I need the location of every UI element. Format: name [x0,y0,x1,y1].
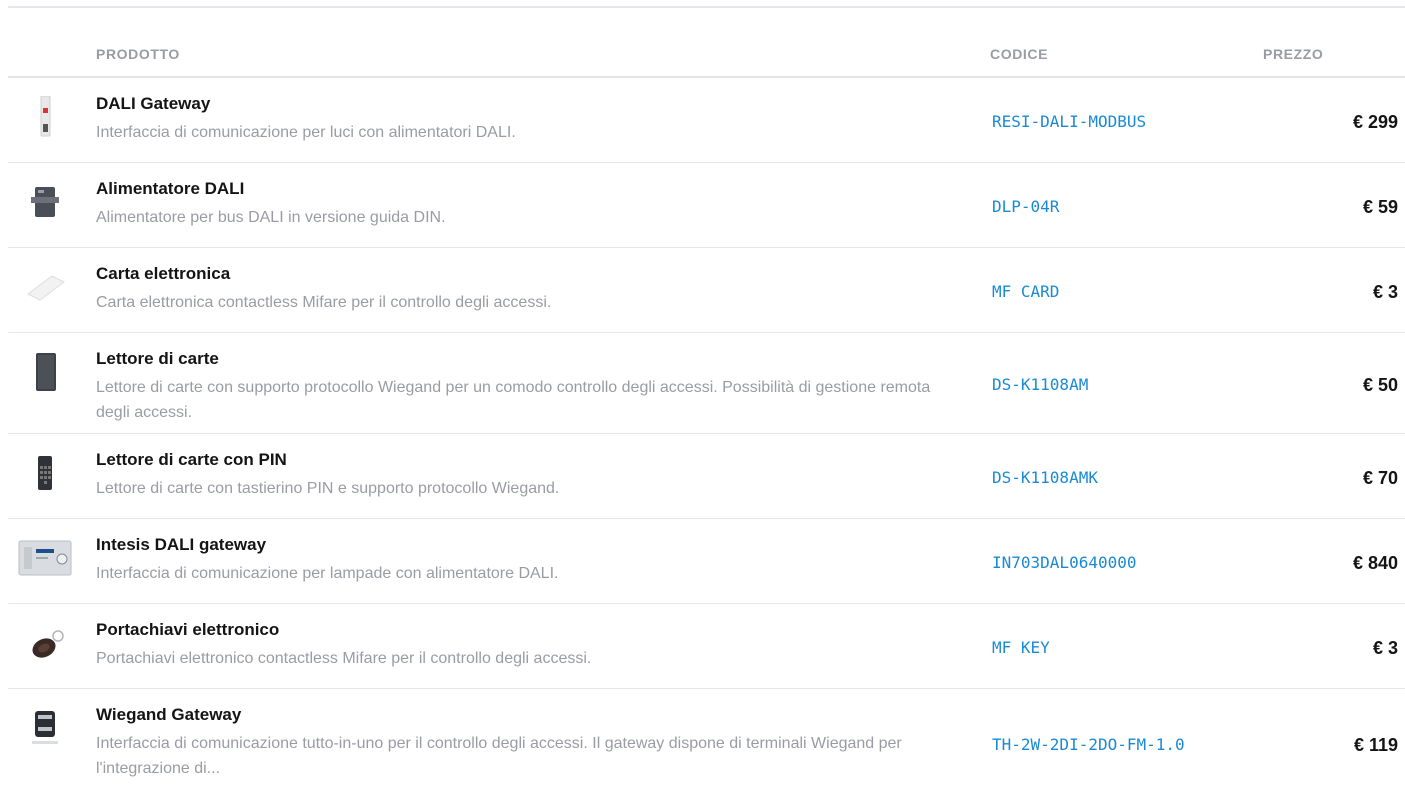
product-name: Lettore di carte con PIN [96,450,287,469]
table-row[interactable]: Lettore di carte con PIN Lettore di cart… [8,434,1405,519]
product-description: Interfaccia di comunicazione per lampade… [96,565,559,582]
table-row[interactable]: Wiegand Gateway Interfaccia di comunicaz… [8,689,1405,797]
product-price: € 59 [1362,197,1398,217]
product-code-link[interactable]: IN703DAL0640000 [992,553,1137,572]
din-rail-gateway-icon [18,96,72,138]
column-header-price: PREZZO [1263,46,1324,62]
table-row[interactable]: Intesis DALI gateway Interfaccia di comu… [8,519,1405,604]
product-description: Lettore di carte con tastierino PIN e su… [96,480,560,497]
intesis-gateway-icon [18,537,72,579]
table-row[interactable]: Carta elettronica Carta elettronica cont… [8,248,1405,333]
column-header-product: PRODOTTO [96,46,180,62]
table-row[interactable]: DALI Gateway Interfaccia di comunicazion… [8,78,1405,163]
product-price: € 299 [1352,112,1398,132]
product-price: € 3 [1372,638,1398,658]
product-name: Wiegand Gateway [96,705,242,724]
keypad-reader-icon [18,452,72,494]
product-name: Alimentatore DALI [96,179,245,198]
product-description: Alimentatore per bus DALI in versione gu… [96,209,446,226]
product-price: € 50 [1362,375,1398,395]
table-row[interactable]: Lettore di carte Lettore di carte con su… [8,333,1405,434]
wiegand-gateway-icon [18,707,72,749]
product-description: Portachiavi elettronico contactless Mifa… [96,650,592,667]
product-code-link[interactable]: TH-2W-2DI-2DO-FM-1.0 [992,735,1185,754]
product-price: € 70 [1362,468,1398,488]
key-fob-icon [18,622,72,664]
table-row[interactable]: Portachiavi elettronico Portachiavi elet… [8,604,1405,689]
product-code-link[interactable]: MF CARD [992,282,1059,301]
product-code-link[interactable]: MF KEY [992,638,1050,657]
table-row[interactable]: Alimentatore DALI Alimentatore per bus D… [8,163,1405,248]
product-description: Lettore di carte con supporto protocollo… [96,379,931,421]
product-price: € 3 [1372,282,1398,302]
product-price: € 119 [1353,735,1398,755]
product-name: Portachiavi elettronico [96,620,280,639]
card-icon [18,266,72,308]
table-header: PRODOTTO CODICE PREZZO [8,30,1405,78]
product-name: DALI Gateway [96,94,211,113]
product-name: Lettore di carte [96,349,219,368]
product-description: Carta elettronica contactless Mifare per… [96,294,552,311]
product-code-link[interactable]: DS-K1108AMK [992,468,1098,487]
product-name: Intesis DALI gateway [96,535,267,554]
card-reader-icon [18,351,72,393]
product-name: Carta elettronica [96,264,231,283]
product-description: Interfaccia di comunicazione per luci co… [96,124,516,141]
product-code-link[interactable]: RESI-DALI-MODBUS [992,112,1146,131]
product-table-body: DALI Gateway Interfaccia di comunicazion… [8,78,1405,797]
product-price: € 840 [1352,553,1398,573]
top-divider [8,6,1405,8]
product-description: Interfaccia di comunicazione tutto-in-un… [96,735,902,777]
product-code-link[interactable]: DS-K1108AM [992,375,1088,394]
column-header-code: CODICE [990,46,1049,62]
product-code-link[interactable]: DLP-04R [992,197,1059,216]
power-supply-icon [18,181,72,223]
